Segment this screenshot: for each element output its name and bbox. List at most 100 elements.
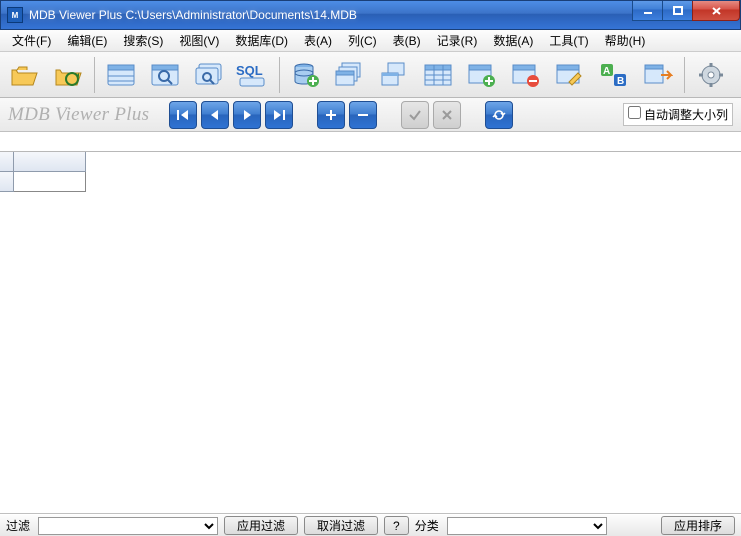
prev-icon xyxy=(208,108,222,122)
commit-button[interactable] xyxy=(401,101,429,129)
search-all-button[interactable] xyxy=(189,55,229,95)
svg-text:A: A xyxy=(603,66,610,77)
edit-group xyxy=(317,101,377,129)
sort-label: 分类 xyxy=(415,517,439,534)
apply-filter-button[interactable]: 应用过滤 xyxy=(224,516,298,535)
menu-tools[interactable]: 工具(T) xyxy=(541,30,596,51)
search-table-button[interactable] xyxy=(145,55,185,95)
x-icon xyxy=(440,108,454,122)
last-icon xyxy=(272,108,286,122)
toolbar-separator xyxy=(94,57,95,93)
first-record-button[interactable] xyxy=(169,101,197,129)
refresh-group xyxy=(485,101,513,129)
svg-text:B: B xyxy=(617,76,624,87)
delete-record-button[interactable] xyxy=(349,101,377,129)
table-view-button[interactable] xyxy=(418,55,458,95)
ab-icon: AB xyxy=(599,61,629,89)
toolbar-separator xyxy=(684,57,685,93)
refresh-button[interactable] xyxy=(48,55,88,95)
maximize-button[interactable] xyxy=(662,1,692,21)
menu-file[interactable]: 文件(F) xyxy=(4,30,59,51)
folder-open-icon xyxy=(9,61,39,89)
open-button[interactable] xyxy=(4,55,44,95)
filter-help-button[interactable]: ? xyxy=(384,516,409,535)
add-table-button[interactable] xyxy=(462,55,502,95)
add-database-button[interactable] xyxy=(286,55,326,95)
tab-strip xyxy=(0,132,741,152)
sql-icon: SQL xyxy=(236,61,270,89)
row-header[interactable] xyxy=(0,172,14,192)
menu-bar: 文件(F) 编辑(E) 搜索(S) 视图(V) 数据库(D) 表(A) 列(C)… xyxy=(0,30,741,52)
tables-icon xyxy=(335,61,365,89)
first-icon xyxy=(176,108,190,122)
minus-icon xyxy=(356,108,370,122)
table-info-button[interactable] xyxy=(101,55,141,95)
cycle-icon xyxy=(492,108,506,122)
filter-bar: 过滤 应用过滤 取消过滤 ? 分类 应用排序 xyxy=(0,514,741,536)
add-record-button[interactable] xyxy=(317,101,345,129)
svg-text:SQL: SQL xyxy=(236,63,263,78)
filter-label: 过滤 xyxy=(6,517,30,534)
cancel-edit-button[interactable] xyxy=(433,101,461,129)
next-record-button[interactable] xyxy=(233,101,261,129)
gear-icon xyxy=(697,61,725,89)
minimize-button[interactable] xyxy=(632,1,662,21)
table-add-icon xyxy=(467,61,497,89)
autosize-container: 自动调整大小列 xyxy=(623,103,733,126)
navigation-bar: MDB Viewer Plus 自动调整大小列 xyxy=(0,98,741,132)
check-icon xyxy=(408,108,422,122)
sort-select[interactable] xyxy=(447,517,607,535)
menu-table-a[interactable]: 表(A) xyxy=(296,30,340,51)
menu-record[interactable]: 记录(R) xyxy=(429,30,486,51)
commit-group xyxy=(401,101,461,129)
menu-search[interactable]: 搜索(S) xyxy=(115,30,171,51)
export-icon xyxy=(643,61,673,89)
last-record-button[interactable] xyxy=(265,101,293,129)
menu-table-b[interactable]: 表(B) xyxy=(385,30,429,51)
close-button[interactable] xyxy=(692,1,740,21)
plus-icon xyxy=(324,108,338,122)
menu-edit[interactable]: 编辑(E) xyxy=(59,30,115,51)
menu-database[interactable]: 数据库(D) xyxy=(227,30,296,51)
grid-corner[interactable] xyxy=(0,152,14,172)
title-bar: M MDB Viewer Plus C:\Users\Administrator… xyxy=(0,0,741,30)
apply-sort-button[interactable]: 应用排序 xyxy=(661,516,735,535)
autosize-label: 自动调整大小列 xyxy=(644,108,728,122)
table-info-icon xyxy=(106,61,136,89)
grid-cell[interactable] xyxy=(14,172,86,192)
record-nav-group xyxy=(169,101,293,129)
menu-help[interactable]: 帮助(H) xyxy=(597,30,654,51)
window-title: MDB Viewer Plus C:\Users\Administrator\D… xyxy=(29,8,632,22)
next-icon xyxy=(240,108,254,122)
cancel-filter-button[interactable]: 取消过滤 xyxy=(304,516,378,535)
autosize-checkbox[interactable] xyxy=(628,106,641,119)
search-icon xyxy=(150,61,180,89)
delete-table-button[interactable] xyxy=(506,55,546,95)
menu-view[interactable]: 视图(V) xyxy=(171,30,227,51)
sql-button[interactable]: SQL xyxy=(233,55,273,95)
table-design-icon xyxy=(379,61,409,89)
column-header[interactable] xyxy=(14,152,86,172)
prev-record-button[interactable] xyxy=(201,101,229,129)
main-toolbar: SQL AB xyxy=(0,52,741,98)
search-all-icon xyxy=(194,61,224,89)
refresh-icon xyxy=(53,61,83,89)
settings-button[interactable] xyxy=(691,55,731,95)
menu-column[interactable]: 列(C) xyxy=(340,30,385,51)
table-icon xyxy=(423,61,453,89)
data-grid[interactable] xyxy=(0,152,741,514)
table-design-button[interactable] xyxy=(374,55,414,95)
app-icon: M xyxy=(7,7,23,23)
tables-button[interactable] xyxy=(330,55,370,95)
app-logo-text: MDB Viewer Plus xyxy=(8,104,149,126)
database-add-icon xyxy=(291,61,321,89)
filter-select[interactable] xyxy=(38,517,218,535)
table-delete-icon xyxy=(511,61,541,89)
export-button[interactable] xyxy=(638,55,678,95)
refresh-nav-button[interactable] xyxy=(485,101,513,129)
menu-data[interactable]: 数据(A) xyxy=(485,30,541,51)
table-edit-icon xyxy=(555,61,585,89)
ab-column-button[interactable]: AB xyxy=(594,55,634,95)
window-controls xyxy=(632,1,740,21)
edit-table-button[interactable] xyxy=(550,55,590,95)
